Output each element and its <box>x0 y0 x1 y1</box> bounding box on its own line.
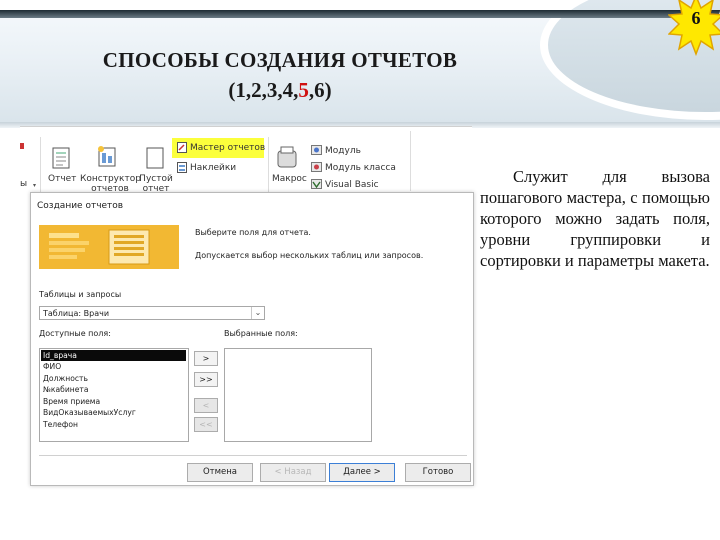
report-designer-icon[interactable] <box>96 145 118 167</box>
list-item[interactable]: Телефон <box>41 419 78 430</box>
move-all-button[interactable]: >> <box>194 372 218 387</box>
dialog-prompt: Выберите поля для отчета. <box>195 228 311 237</box>
module-icon[interactable] <box>311 145 322 155</box>
report-wizard-button[interactable]: Мастер отчетов <box>190 143 265 153</box>
report-wizard-icon[interactable] <box>177 142 187 153</box>
ribbon-divider <box>40 137 41 193</box>
finish-button[interactable]: Готово <box>405 463 471 482</box>
subtitle-prefix: (1,2,3,4, <box>228 78 299 102</box>
class-module-icon[interactable] <box>311 162 322 172</box>
list-item[interactable]: Id_врача <box>41 350 186 361</box>
remove-one-button[interactable]: < <box>194 398 218 413</box>
list-item[interactable]: №кабинета <box>41 384 88 395</box>
list-item[interactable]: Должность <box>41 373 88 384</box>
available-fields-list[interactable]: Id_врача ФИО Должность №кабинета Время п… <box>39 348 189 442</box>
dialog-separator <box>39 455 467 456</box>
header-dark-line <box>0 10 720 18</box>
available-fields-label: Доступные поля: <box>39 329 111 338</box>
list-item[interactable]: Время приема <box>41 396 100 407</box>
chevron-down-icon[interactable]: ⌄ <box>251 307 264 319</box>
class-module-button[interactable]: Модуль класса <box>325 163 396 173</box>
selected-fields-label: Выбранные поля: <box>224 329 298 338</box>
tables-combobox-value: Таблица: Врачи <box>43 309 110 318</box>
subtitle-highlight: 5 <box>298 78 309 102</box>
wizard-illustration-icon <box>39 225 179 269</box>
dialog-title: Создание отчетов <box>37 201 124 211</box>
list-item[interactable]: ФИО <box>41 361 61 372</box>
ribbon-report-button[interactable]: Отчет <box>48 174 76 184</box>
slide-subtitle: (1,2,3,4,5,6) <box>0 78 560 103</box>
tables-label: Таблицы и запросы <box>39 290 122 299</box>
list-item[interactable]: ВидОказываемыхУслуг <box>41 407 136 418</box>
designer-label-line1: Конструктор <box>80 174 141 184</box>
slide: СПОСОБЫ СОЗДАНИЯ ОТЧЕТОВ (1,2,3,4,5,6) 6… <box>0 0 720 540</box>
labels-icon[interactable] <box>177 162 187 173</box>
visual-basic-button[interactable]: Visual Basic <box>325 180 379 190</box>
ribbon-blank-report-button[interactable]: Пустой отчет <box>138 174 174 194</box>
report-icon[interactable] <box>50 147 72 169</box>
subtitle-suffix: ,6) <box>308 78 332 102</box>
dialog-hint: Допускается выбор нескольких таблиц или … <box>195 251 424 260</box>
ribbon-left-chevron-icon: ▾ <box>33 183 37 189</box>
ribbon-report-designer-button[interactable]: Конструктор отчетов <box>80 174 141 194</box>
visual-basic-icon[interactable] <box>311 179 322 189</box>
cancel-button[interactable]: Отмена <box>187 463 253 482</box>
page-number: 6 <box>691 8 701 28</box>
tables-combobox[interactable]: Таблица: Врачи ⌄ <box>39 306 265 320</box>
description-text: Служит для вызова пошагового мастера, с … <box>480 167 710 270</box>
report-wizard-dialog: Создание отчетов Выберите поля для отчет… <box>30 192 474 486</box>
labels-button[interactable]: Наклейки <box>190 163 236 173</box>
ribbon-divider <box>410 131 411 191</box>
ribbon-divider <box>268 137 269 193</box>
slide-title: СПОСОБЫ СОЗДАНИЯ ОТЧЕТОВ <box>102 48 458 72</box>
access-ribbon: ы ▾ Отчет Конструктор отчетов Пустой отчет… <box>20 126 472 196</box>
module-button[interactable]: Модуль <box>325 146 361 156</box>
back-button[interactable]: < Назад <box>260 463 326 482</box>
blank-report-icon[interactable] <box>144 147 166 169</box>
remove-all-button[interactable]: << <box>194 417 218 432</box>
macro-icon[interactable] <box>276 145 298 171</box>
ribbon-fragment-mark <box>20 143 24 149</box>
blank-label-line1: Пустой <box>139 174 173 184</box>
ribbon-macro-button[interactable]: Макрос <box>272 174 307 184</box>
move-one-button[interactable]: > <box>194 351 218 366</box>
next-button[interactable]: Далее > <box>329 463 395 482</box>
ribbon-left-fragment: ы <box>20 179 28 189</box>
selected-fields-list[interactable] <box>224 348 372 442</box>
